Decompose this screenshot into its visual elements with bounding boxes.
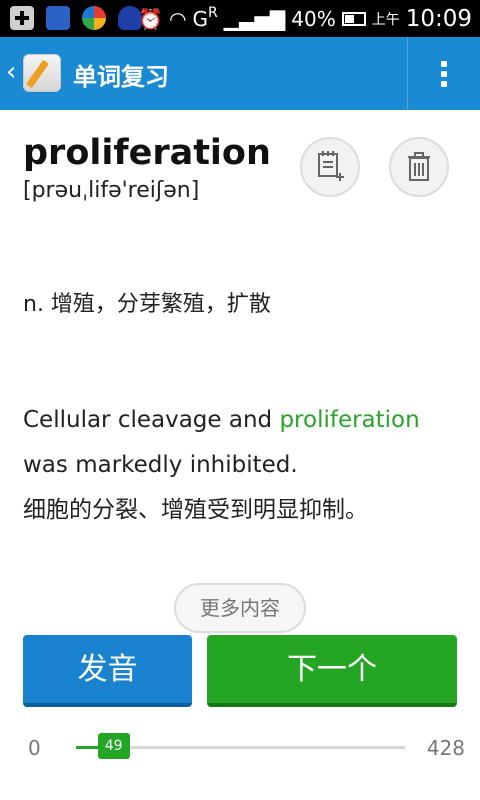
example-highlight-word: proliferation: [279, 407, 420, 433]
alarm-icon: ⏰: [138, 6, 164, 31]
pronounce-button[interactable]: 发音: [23, 635, 192, 707]
progress-slider[interactable]: 49: [76, 733, 405, 759]
status-bar: ⏰ ◠ G R ▁▃▅▇ 40% 上午 10:09: [0, 0, 480, 37]
back-chevron-icon[interactable]: ‹: [6, 57, 16, 87]
progress-min-label: 0: [28, 736, 41, 760]
network-type-label: G: [192, 6, 208, 31]
clock: 10:09: [405, 5, 472, 32]
trash-icon: [408, 152, 430, 181]
example-text-before: Cellular cleavage and: [23, 407, 280, 433]
more-content-button[interactable]: 更多内容: [174, 583, 306, 633]
battery-percent: 40%: [291, 6, 336, 31]
example-sentence: Cellular cleavage and proliferation was …: [23, 398, 463, 488]
delete-button[interactable]: [389, 137, 449, 197]
progress-thumb[interactable]: 49: [97, 733, 130, 759]
contact-app-icon: [46, 6, 70, 30]
pinwheel-app-icon: [82, 6, 106, 30]
word-phonetic: [prəuˌlifə'reiʃən]: [23, 178, 200, 203]
app-bar: ‹ 单词复习: [0, 37, 480, 110]
page-title: 单词复习: [73, 63, 169, 91]
word-title: proliferation: [23, 133, 271, 173]
progress-max-label: 428: [426, 736, 465, 760]
word-definition: n. 增殖，分芽繁殖，扩散: [23, 292, 271, 317]
overflow-menu-button[interactable]: [408, 37, 480, 110]
signal-icon: ▁▃▅▇: [223, 6, 286, 31]
status-indicators: ⏰ ◠ G R ▁▃▅▇ 40% 上午 10:09: [138, 0, 472, 37]
example-text-after: was markedly inhibited.: [23, 452, 298, 478]
wifi-icon: ◠: [169, 6, 187, 31]
notification-icons: [10, 6, 142, 30]
example-translation: 细胞的分裂、增殖受到明显抑制。: [23, 497, 368, 523]
add-icon: [10, 6, 34, 30]
ampm-label: 上午: [371, 11, 400, 28]
network-sub-label: R: [207, 4, 218, 21]
battery-icon: [341, 11, 366, 26]
next-word-button[interactable]: 下一个: [207, 635, 457, 707]
notebook-add-icon: [318, 151, 344, 181]
add-to-notebook-button[interactable]: [300, 137, 360, 197]
app-logo-icon[interactable]: [23, 54, 61, 92]
